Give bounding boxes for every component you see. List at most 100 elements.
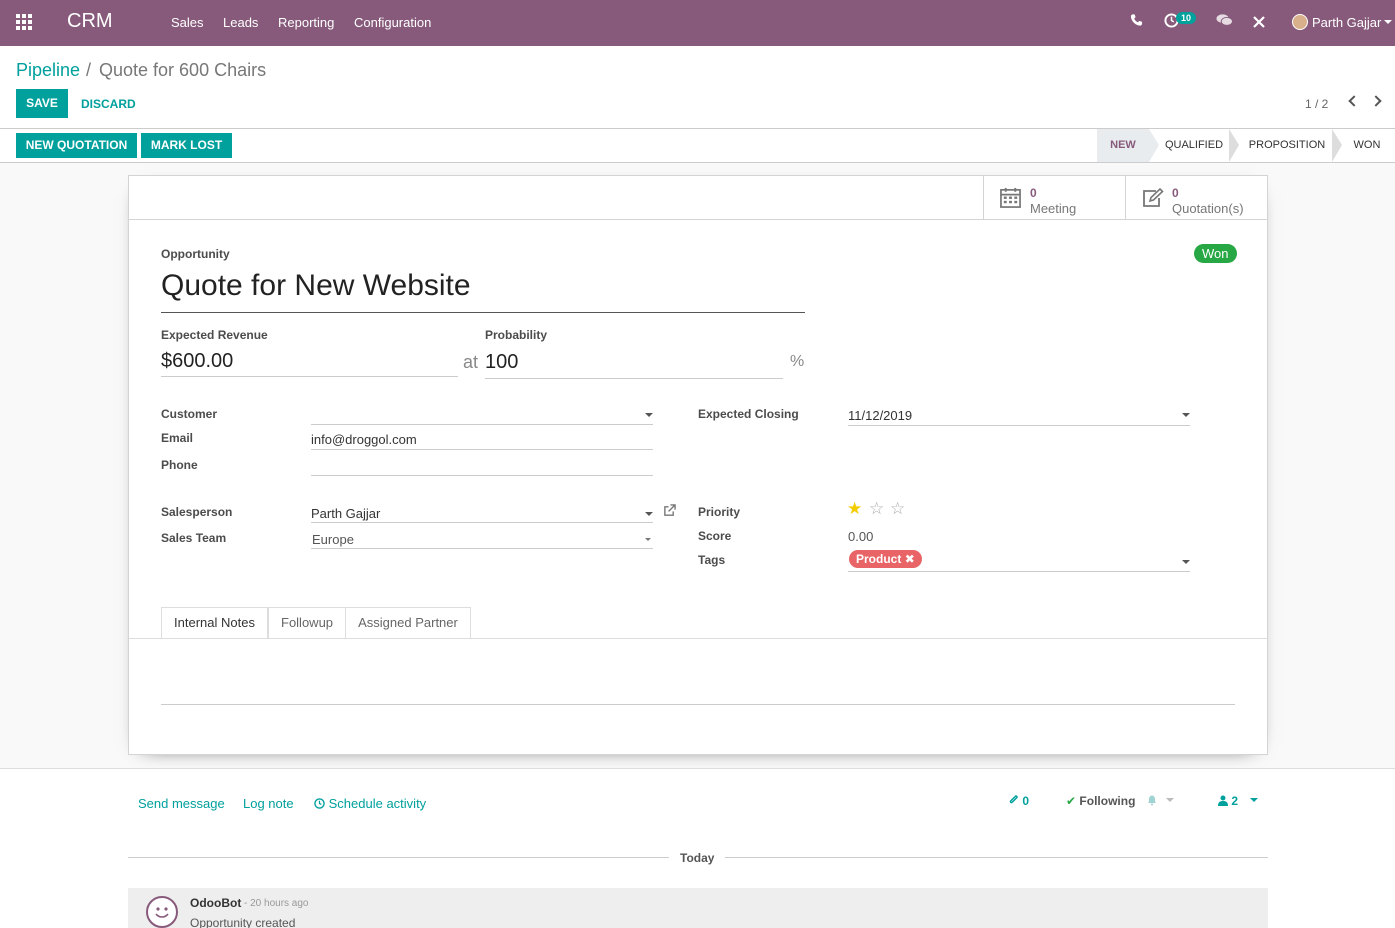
priority-star-icon-filled[interactable]: ★	[847, 499, 862, 519]
mark-lost-button[interactable]: Mark Lost	[141, 133, 232, 158]
pager-next-icon[interactable]	[1370, 95, 1382, 107]
schedule-activity-button[interactable]: Schedule activity	[314, 796, 426, 811]
attachments-button[interactable]: 0	[1008, 794, 1029, 808]
sales-team-input[interactable]: Europe	[312, 532, 354, 547]
probability-label: Probability	[485, 328, 548, 342]
external-link-icon[interactable]	[663, 504, 676, 520]
calendar-icon	[1000, 187, 1021, 211]
quotations-smart-button[interactable]: 0 Quotation(s)	[1125, 176, 1267, 219]
meeting-count: 0	[1030, 186, 1037, 200]
expected-closing-label: Expected Closing	[698, 407, 799, 421]
pager-previous-icon[interactable]	[1348, 95, 1360, 107]
salesperson-dropdown-caret-icon[interactable]	[645, 512, 653, 516]
debug-tools-icon[interactable]	[1252, 15, 1266, 32]
chatter-message: OdooBot - 20 hours ago Opportunity creat…	[128, 888, 1268, 928]
followers-caret-icon[interactable]	[1250, 798, 1258, 802]
breadcrumb-pipeline[interactable]: Pipeline	[16, 60, 80, 81]
expected-revenue-input[interactable]: $600.00	[161, 350, 233, 373]
probability-input[interactable]: 100	[485, 351, 518, 374]
tags-dropdown-caret-icon[interactable]	[1182, 560, 1190, 564]
following-button[interactable]: ✔ Following	[1066, 794, 1135, 808]
won-ribbon-badge: Won	[1194, 244, 1237, 263]
breadcrumb-current: Quote for 600 Chairs	[99, 60, 267, 80]
stage-won[interactable]: Won	[1346, 129, 1388, 162]
meeting-smart-button[interactable]: 0 Meeting	[983, 176, 1125, 219]
sales-team-label: Sales Team	[161, 531, 227, 545]
new-quotation-button[interactable]: New Quotation	[16, 133, 137, 158]
schedule-activity-label: Schedule activity	[328, 796, 427, 811]
tabs-bottom-border	[129, 638, 1267, 639]
salesperson-input[interactable]: Parth Gajjar	[311, 506, 380, 521]
check-icon: ✔	[1066, 794, 1077, 808]
user-menu-caret-icon[interactable]	[1384, 20, 1392, 24]
activity-count-badge: 10	[1176, 12, 1197, 24]
message-time: - 20 hours ago	[244, 898, 309, 909]
subscription-caret-icon[interactable]	[1166, 798, 1174, 802]
quotation-label: Quotation(s)	[1172, 201, 1244, 216]
apps-menu-icon[interactable]	[16, 14, 34, 32]
date-dropdown-caret-icon[interactable]	[1182, 413, 1190, 417]
status-bar: New Quotation Mark Lost New Qualified Pr…	[0, 129, 1395, 163]
stage-new[interactable]: New	[1097, 129, 1149, 162]
stage-qualified[interactable]: Qualified	[1160, 129, 1228, 162]
chat-icon[interactable]	[1216, 13, 1233, 30]
sales-team-dropdown-caret-icon[interactable]	[645, 538, 651, 541]
save-button[interactable]: Save	[16, 89, 68, 118]
breadcrumb-separator: /	[86, 60, 92, 80]
priority-star-icon-empty[interactable]: ☆	[869, 499, 884, 519]
clock-icon	[314, 796, 329, 811]
tab-internal-notes[interactable]: Internal Notes	[161, 607, 268, 639]
tab-assigned-partner[interactable]: Assigned Partner	[345, 607, 471, 639]
menu-configuration[interactable]: Configuration	[354, 15, 431, 30]
following-label: Following	[1079, 794, 1136, 808]
odoobot-avatar[interactable]	[146, 896, 178, 928]
priority-star-icon-empty[interactable]: ☆	[890, 499, 905, 519]
send-message-button[interactable]: Send message	[138, 796, 225, 811]
tags-underline	[848, 571, 1190, 572]
user-name[interactable]: Parth Gajjar	[1312, 15, 1381, 30]
attachments-count: 0	[1022, 794, 1030, 808]
followers-button[interactable]: 2	[1218, 794, 1238, 808]
menu-reporting[interactable]: Reporting	[278, 15, 334, 30]
button-box: 0 Meeting 0 Quotation(s)	[129, 176, 1267, 220]
tag-badge[interactable]: Product ✖	[849, 550, 922, 568]
phone-label: Phone	[161, 458, 198, 472]
form-sheet: 0 Meeting 0 Quotation(s) Won Opportunity…	[128, 175, 1268, 755]
date-separator-line	[128, 857, 669, 858]
stage-proposition[interactable]: Proposition	[1243, 129, 1331, 162]
name-underline	[161, 312, 805, 313]
followers-count: 2	[1231, 794, 1239, 808]
expected-closing-input[interactable]: 11/12/2019	[848, 408, 912, 423]
tab-followup[interactable]: Followup	[268, 607, 346, 639]
score-value: 0.00	[848, 529, 874, 544]
sales-team-underline	[311, 548, 653, 549]
discard-button[interactable]: Discard	[81, 97, 136, 111]
email-input[interactable]: info@droggol.com	[311, 432, 417, 447]
email-underline	[311, 449, 653, 450]
app-title[interactable]: CRM	[67, 10, 113, 33]
stage-arrow	[1149, 129, 1159, 162]
bell-icon[interactable]	[1146, 794, 1158, 809]
probability-underline	[485, 378, 783, 379]
notes-editor-underline[interactable]	[161, 704, 1235, 705]
expected-closing-underline	[848, 425, 1190, 426]
opportunity-name-input[interactable]: Quote for New Website	[161, 269, 471, 303]
pager-value[interactable]: 1 / 2	[1305, 97, 1328, 111]
phone-icon[interactable]	[1130, 13, 1143, 30]
revenue-underline	[161, 376, 458, 377]
user-avatar[interactable]	[1292, 14, 1308, 30]
stage-arrow	[1229, 129, 1239, 162]
customer-label: Customer	[161, 407, 218, 421]
message-author[interactable]: OdooBot	[190, 896, 241, 910]
remove-tag-icon[interactable]: ✖	[905, 552, 915, 566]
score-label: Score	[698, 529, 732, 543]
log-note-button[interactable]: Log note	[243, 796, 294, 811]
priority-label: Priority	[698, 505, 741, 519]
menu-sales[interactable]: Sales	[171, 15, 204, 30]
customer-dropdown-caret-icon[interactable]	[645, 413, 653, 417]
tags-label: Tags	[698, 553, 726, 567]
customer-underline	[311, 424, 653, 425]
date-separator-label: Today	[680, 851, 715, 865]
menu-leads[interactable]: Leads	[223, 15, 258, 30]
chatter: Send message Log note Schedule activity …	[0, 768, 1395, 928]
